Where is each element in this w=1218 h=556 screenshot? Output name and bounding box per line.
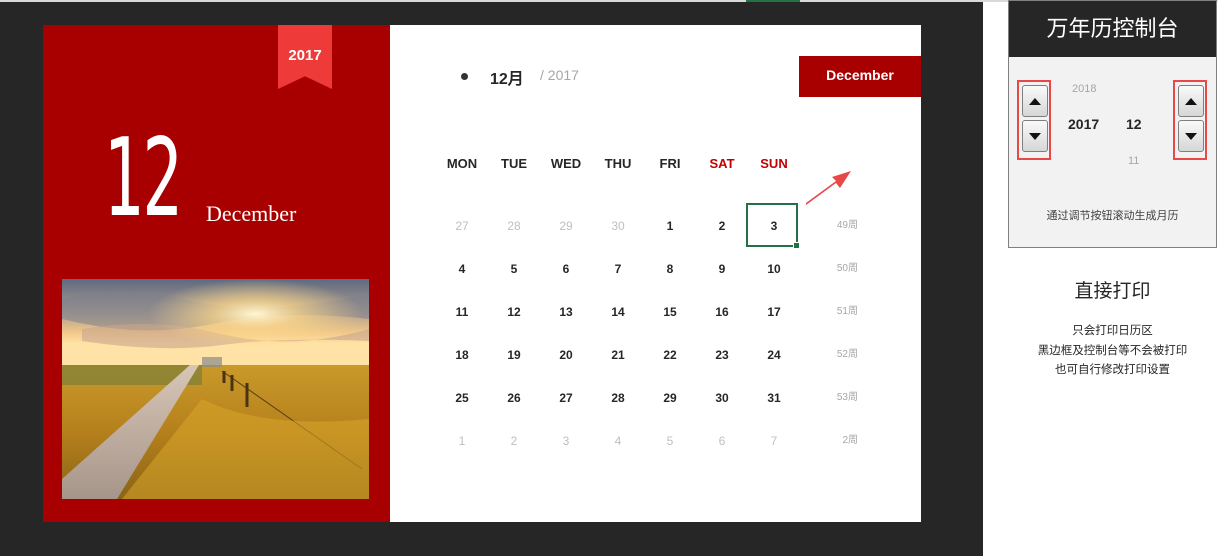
down-arrow-icon: [1185, 132, 1197, 140]
print-note: 也可自行修改打印设置: [1055, 364, 1170, 376]
calendar-day: 28: [611, 391, 625, 405]
calendar-day: 13: [559, 305, 573, 319]
calendar-day: 6: [718, 434, 726, 448]
ribbon-year: 2017: [288, 47, 322, 64]
week-number: 53周: [836, 392, 858, 403]
down-arrow-icon: [1029, 132, 1041, 140]
calendar-day: 1: [666, 219, 674, 233]
control-panel-title: 万年历控制台: [1009, 1, 1216, 57]
calendar-day: 25: [455, 391, 469, 405]
calendar-control-panel: 万年历控制台 2018 2017 12 11 通过调节按钮滚动生成月历: [1008, 0, 1217, 248]
calendar-day: 28: [507, 219, 521, 233]
year-down-button[interactable]: [1022, 120, 1048, 152]
weekday-header-weekend: SUN: [760, 156, 788, 171]
calendar-day: 15: [663, 305, 677, 319]
week-number: 2周: [842, 435, 858, 446]
calendar-day: 24: [767, 348, 781, 362]
calendar-day: 30: [611, 219, 625, 233]
calendar-day: 30: [715, 391, 729, 405]
year-prev-value: 2018: [1072, 83, 1097, 95]
calendar-day: 31: [767, 391, 781, 405]
calendar-day: 17: [767, 305, 781, 319]
year-label: / 2017: [540, 67, 579, 83]
month-spinner: [1173, 80, 1207, 160]
calendar-day: 2: [510, 434, 518, 448]
calendar-day: 27: [559, 391, 573, 405]
selected-day-highlight: [746, 203, 800, 249]
month-label-chinese: 12月: [490, 71, 524, 88]
month-value: 12: [1126, 116, 1142, 132]
calendar-day: 3: [562, 434, 570, 448]
print-title: 直接打印: [1074, 281, 1151, 302]
calendar-day: 26: [507, 391, 521, 405]
calendar-day: 2: [718, 219, 726, 233]
calendar-grid-panel: 12月 / 2017 December MON TUE WED THU FRI …: [390, 25, 921, 522]
year-value: 2017: [1068, 116, 1100, 132]
year-spinner: [1017, 80, 1051, 160]
month-up-button[interactable]: [1178, 85, 1204, 117]
weekday-header: FRI: [659, 156, 681, 171]
pointer-arrow-icon: [806, 171, 851, 205]
month-tag: December: [799, 56, 921, 97]
print-note: 只会打印日历区: [1072, 325, 1153, 337]
calendar-day: 4: [614, 434, 622, 448]
month-name-english: December: [206, 201, 297, 226]
weekday-header: MON: [446, 156, 478, 171]
calendar-day: 8: [666, 262, 674, 276]
calendar-day: 23: [715, 348, 729, 362]
weekday-header: TUE: [501, 156, 527, 171]
year-up-button[interactable]: [1022, 85, 1048, 117]
weekday-header-weekend: SAT: [709, 156, 735, 171]
calendar-day: 1: [458, 434, 466, 448]
landscape-photo: [62, 279, 369, 499]
calendar-day: 9: [718, 262, 726, 276]
calendar-day: 10: [767, 262, 781, 276]
calendar-day: 18: [455, 348, 469, 362]
control-hint: 通过调节按钮滚动生成月历: [1046, 210, 1179, 222]
calendar-day: 16: [715, 305, 729, 319]
calendar-day: 29: [559, 219, 573, 233]
up-arrow-icon: [1185, 97, 1197, 105]
week-number: 51周: [836, 306, 858, 317]
week-number: 52周: [836, 349, 858, 360]
calendar-day: 19: [507, 348, 521, 362]
month-next-value: 11: [1128, 155, 1140, 167]
calendar-day: 5: [510, 262, 518, 276]
calendar-day: 22: [663, 348, 677, 362]
calendar-day: 7: [614, 262, 622, 276]
up-arrow-icon: [1029, 97, 1041, 105]
calendar-day: 11: [455, 305, 469, 319]
month-down-button[interactable]: [1178, 120, 1204, 152]
print-note: 黑边框及控制台等不会被打印: [1037, 345, 1188, 357]
calendar-day: 20: [559, 348, 573, 362]
calendar-day: 29: [663, 391, 677, 405]
week-number: 49周: [836, 220, 858, 231]
calendar-day: 5: [666, 434, 674, 448]
week-number: 50周: [836, 263, 858, 274]
bullet-dot: [461, 73, 468, 80]
calendar-day: 12: [507, 305, 521, 319]
calendar-day: 21: [611, 348, 625, 362]
year-ribbon: 2017: [278, 25, 332, 89]
calendar-day: 4: [458, 262, 466, 276]
calendar-day: 7: [770, 434, 778, 448]
landscape-image: [62, 279, 369, 499]
calendar-day: 6: [562, 262, 570, 276]
weekday-header: THU: [604, 156, 632, 171]
calendar-day: 27: [455, 219, 469, 233]
weekday-header: WED: [550, 156, 582, 171]
calendar-day: 14: [611, 305, 625, 319]
big-month-number: 12: [103, 116, 182, 241]
calendar-cover-panel: 2017 12 December: [43, 25, 390, 522]
